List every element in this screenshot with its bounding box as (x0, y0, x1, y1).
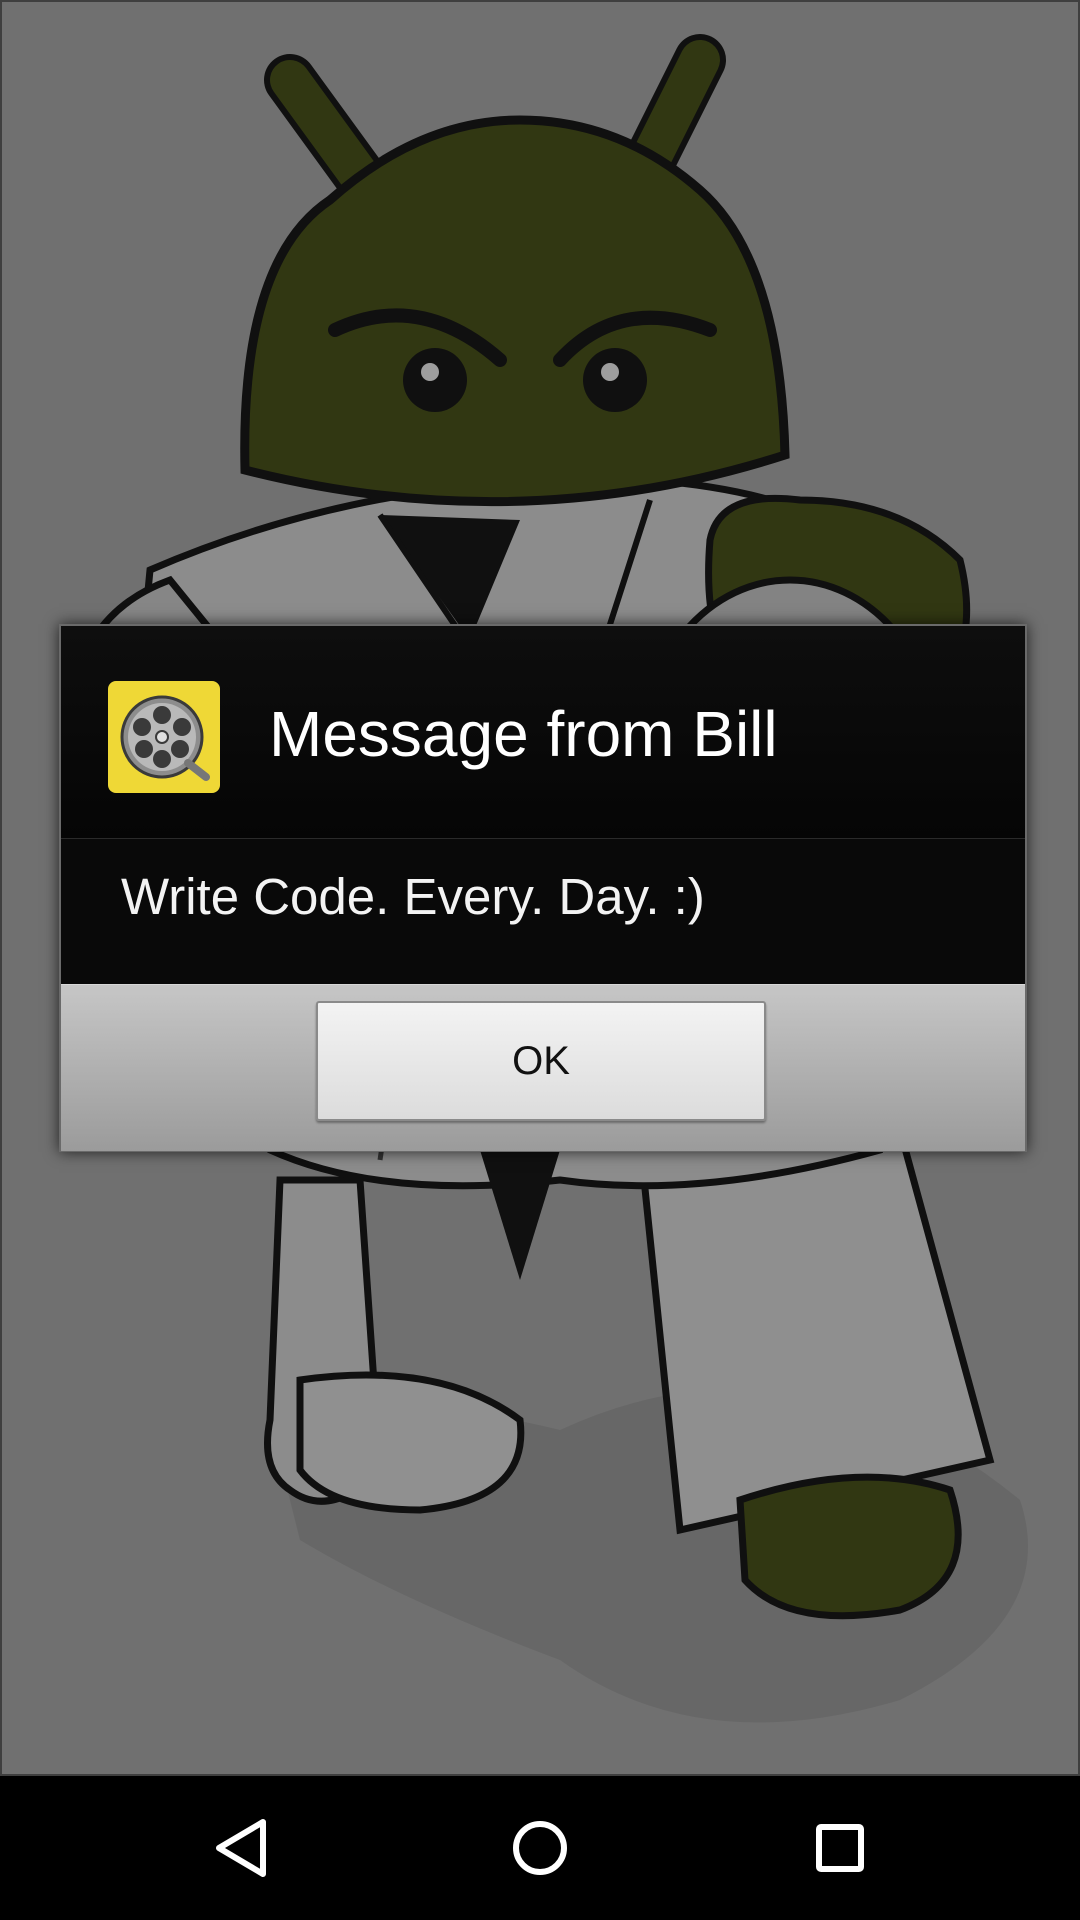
dialog-button-bar: OK (61, 984, 1025, 1151)
navigation-bar (0, 1776, 1080, 1920)
ok-button[interactable]: OK (316, 1001, 766, 1121)
dialog-header: Message from Bill (61, 626, 1025, 839)
film-reel-icon (108, 681, 220, 793)
alert-dialog: Message from Bill Write Code. Every. Day… (59, 624, 1027, 1152)
recents-square-icon[interactable] (790, 1798, 890, 1898)
dialog-title: Message from Bill (269, 698, 778, 770)
home-circle-icon[interactable] (490, 1798, 590, 1898)
dialog-message: Write Code. Every. Day. :) (121, 868, 705, 925)
back-triangle-icon[interactable] (191, 1798, 291, 1898)
app-screen: Message from Bill Write Code. Every. Day… (0, 0, 1080, 1776)
